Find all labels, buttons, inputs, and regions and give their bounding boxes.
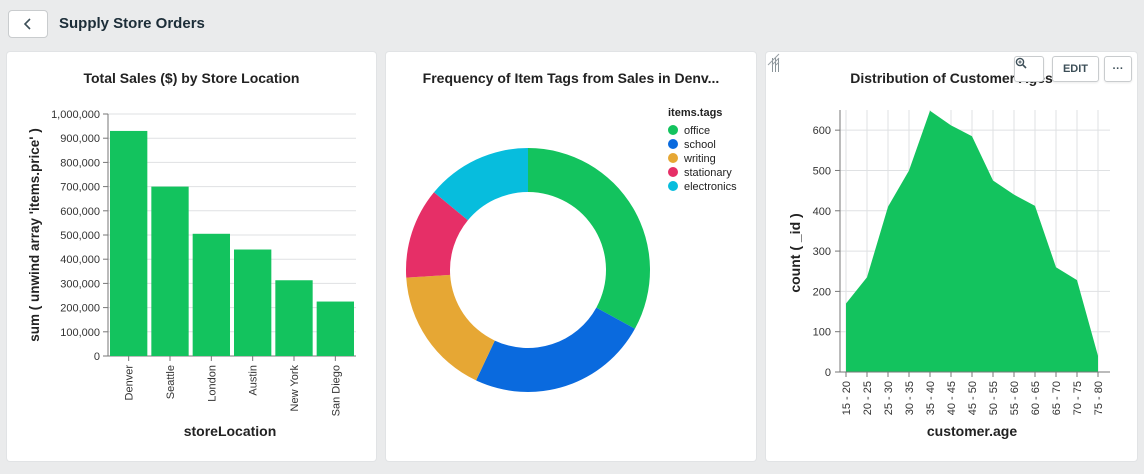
bar-new-york [275,280,313,356]
x-tick-label: 65 - 70 [1051,381,1063,415]
x-tick-label: 30 - 35 [904,381,916,415]
y-tick-label: 900,000 [60,133,100,145]
slice-writing [406,274,495,381]
chart-card-sales-by-location[interactable]: Total Sales ($) by Store Location 0 100,0… [7,52,376,461]
chart-card-item-tags[interactable]: Frequency of Item Tags from Sales in Den… [386,52,756,461]
x-tick-label: Austin [248,365,260,396]
legend-label-electronics: electronics [684,181,737,193]
legend-title: items.tags [668,107,722,119]
y-tick-label: 1,000,000 [51,109,100,121]
x-tick-label: New York [289,365,301,412]
legend-swatch-school [668,139,678,149]
x-tick-label: Seattle [165,365,177,399]
x-axis-label: customer.age [927,423,1017,439]
x-axis-label: storeLocation [184,423,277,439]
dashboard-header: Supply Store Orders [0,0,1144,48]
x-tick-label: San Diego [330,365,342,416]
legend-label-stationary: stationary [684,167,732,179]
x-tick-label: Denver [124,365,136,401]
chevron-left-icon [23,18,31,30]
resize-handle-icon[interactable] [766,52,780,66]
area-series [846,110,1098,372]
x-tick-label: 55 - 60 [1009,381,1021,415]
bar-denver [110,130,148,356]
y-tick-label: 800,000 [60,157,100,169]
back-button[interactable] [8,10,48,38]
bar-austin [234,249,272,356]
edit-button[interactable]: EDIT [1052,56,1099,82]
legend-label-writing: writing [683,153,716,165]
x-tick-label: 25 - 30 [883,381,895,415]
dashboard-title: Supply Store Orders [59,15,205,32]
y-tick-label: 300 [813,246,831,258]
x-tick-label: 15 - 20 [841,381,853,415]
y-tick-label: 500,000 [60,230,100,242]
bar-london [192,233,230,356]
x-tick-label: London [206,365,218,402]
donut-chart: items.tags office school writing stationary e… [406,107,737,392]
y-tick-label: 100 [813,327,831,339]
x-tick-label: 75 - 80 [1093,381,1105,415]
y-tick-label: 100,000 [60,327,100,339]
x-tick-label: 60 - 65 [1030,381,1042,415]
y-tick-label: 300,000 [60,278,100,290]
legend-swatch-writing [668,153,678,163]
more-options-button[interactable]: ··· [1104,56,1132,82]
y-tick-label: 600 [813,125,831,137]
y-tick-label: 700,000 [60,182,100,194]
bar-seattle [151,186,189,356]
x-tick-label: 45 - 50 [967,381,979,415]
x-tick-label: 40 - 45 [946,381,958,415]
legend-swatch-stationary [668,167,678,177]
slice-office [528,148,650,329]
y-tick-label: 0 [94,351,100,363]
y-tick-label: 200,000 [60,303,100,315]
y-axis-label: count ( _id ) [787,213,803,292]
y-tick-label: 0 [825,367,831,379]
y-tick-label: 200 [813,286,831,298]
x-tick-label: 70 - 75 [1072,381,1084,415]
zoom-icon [1015,57,1027,69]
area-chart: 0 100 200 300 400 500 600 15 - 20 20 - 25 25 - 30… [787,110,1110,439]
legend-swatch-electronics [668,181,678,191]
legend-label-office: office [684,125,710,137]
slice-school [476,307,635,392]
y-tick-label: 600,000 [60,206,100,218]
chart-card-customer-ages[interactable]: Distribution of Customer Ages 0 100 200 300… [766,52,1137,461]
legend-label-school: school [684,139,716,151]
bar-chart: 0 100,000 200,000 300,000 400,000 500,000 600,… [27,109,356,439]
x-tick-label: 50 - 55 [988,381,1000,415]
y-tick-label: 500 [813,165,831,177]
x-tick-label: 20 - 25 [862,381,874,415]
y-tick-label: 400 [813,206,831,218]
legend-swatch-office [668,125,678,135]
bar-san-diego [316,301,354,356]
x-tick-label: 35 - 40 [925,381,937,415]
y-tick-label: 400,000 [60,254,100,266]
zoom-button[interactable] [1014,56,1044,82]
y-axis-label: sum ( unwind array 'items.price' ) [27,128,42,341]
